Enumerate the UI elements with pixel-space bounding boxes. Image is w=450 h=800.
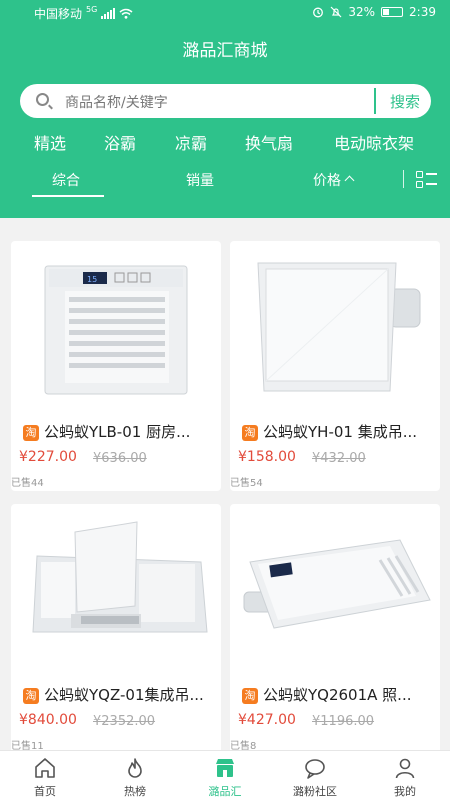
sort-price[interactable]: 价格 [313, 170, 355, 190]
product-image [32, 521, 208, 633]
chevron-up-icon [344, 175, 355, 186]
category-tab[interactable]: 凉霸 [175, 130, 207, 154]
product-name: 公蚂蚁YLB-01 厨房... [44, 423, 191, 441]
product-image [243, 539, 431, 629]
tab-profile-label: 我的 [394, 785, 416, 798]
flame-icon [128, 758, 142, 778]
product-display-text: 15 [87, 275, 97, 284]
tab-home-label: 首页 [34, 785, 56, 798]
tab-home[interactable]: 首页 [0, 751, 90, 800]
status-bar: 中国移动 5G 32% 2:39 [0, 0, 450, 26]
product-price: ¥840.00 [19, 712, 77, 728]
chat-icon [305, 759, 325, 779]
product-original-price: ¥636.00 [93, 451, 147, 466]
tab-store-label: 潞品汇 [208, 785, 242, 798]
product-original-price: ¥1196.00 [312, 714, 375, 729]
home-icon [35, 758, 55, 778]
user-icon [395, 758, 415, 779]
search-bar[interactable]: 商品名称/关键字 搜索 [20, 84, 431, 118]
product-card[interactable]: 淘公蚂蚁YH-01 集成吊... ¥158.00 ¥432.00 已售54 [230, 241, 440, 491]
category-tab[interactable]: 精选 [34, 130, 66, 154]
product-name: 公蚂蚁YQ2601A 照... [263, 686, 412, 704]
divider [403, 170, 404, 188]
mute-icon [330, 6, 342, 18]
product-original-price: ¥2352.00 [93, 714, 156, 729]
taobao-badge-icon: 淘 [242, 425, 258, 441]
product-name: 公蚂蚁YH-01 集成吊... [263, 423, 418, 441]
list-layout-icon[interactable] [416, 171, 438, 189]
category-tab[interactable]: 浴霸 [104, 130, 136, 154]
bottom-tab-bar: 首页 热榜 潞品汇 潞粉社区 我的 [0, 750, 450, 800]
tab-profile[interactable]: 我的 [360, 751, 450, 800]
page-title: 潞品汇商城 [182, 41, 268, 61]
carrier-label: 中国移动 [34, 7, 83, 21]
search-icon [36, 93, 49, 106]
product-card[interactable]: 淘公蚂蚁YQZ-01集成吊... ¥840.00 ¥2352.00 已售11 [11, 504, 221, 754]
wifi-icon [119, 8, 133, 19]
product-price: ¥227.00 [19, 449, 77, 465]
battery-percent: 32% [348, 5, 376, 19]
product-price: ¥158.00 [238, 449, 296, 465]
category-tabs: 精选 浴霸 凉霸 换气扇 电动晾衣架 [0, 130, 450, 154]
product-original-price: ¥432.00 [312, 451, 366, 466]
tab-store[interactable]: 潞品汇 [180, 751, 270, 800]
tab-hot-label: 热榜 [124, 785, 146, 798]
sort-price-label: 价格 [313, 173, 341, 189]
tab-community[interactable]: 潞粉社区 [270, 751, 360, 800]
search-input[interactable]: 商品名称/关键字 [65, 92, 168, 112]
product-price: ¥427.00 [238, 712, 296, 728]
search-divider [374, 88, 376, 114]
sort-sales[interactable]: 销量 [186, 170, 214, 190]
header: 中国移动 5G 32% 2:39 潞品汇商城 商品名称/关键字 搜索 精选 浴霸… [0, 0, 450, 218]
sort-comprehensive[interactable]: 综合 [52, 170, 80, 190]
product-name: 公蚂蚁YQZ-01集成吊... [44, 686, 204, 704]
taobao-badge-icon: 淘 [242, 688, 258, 704]
clock: 2:39 [409, 5, 436, 19]
category-tab[interactable]: 换气扇 [245, 130, 293, 154]
product-sold-count: 已售44 [11, 478, 44, 489]
category-tab[interactable]: 电动晾衣架 [334, 130, 414, 154]
taobao-badge-icon: 淘 [23, 688, 39, 704]
product-image: 15 [44, 265, 188, 395]
store-icon [216, 759, 234, 777]
battery-icon [381, 7, 404, 17]
tab-community-label: 潞粉社区 [293, 785, 337, 798]
product-card[interactable]: 淘公蚂蚁YQ2601A 照... ¥427.00 ¥1196.00 已售8 [230, 504, 440, 754]
search-button[interactable]: 搜索 [390, 91, 420, 112]
product-card[interactable]: 15 淘公蚂蚁YLB-01 厨房... ¥227.00 ¥636.00 已售44 [11, 241, 221, 491]
product-image [257, 262, 421, 392]
tab-hot[interactable]: 热榜 [90, 751, 180, 800]
signal-icon [101, 8, 116, 19]
network-label: 5G [86, 5, 98, 14]
taobao-badge-icon: 淘 [23, 425, 39, 441]
alarm-icon [313, 7, 324, 18]
sort-bar: 综合 销量 价格 [0, 170, 450, 200]
product-sold-count: 已售54 [230, 478, 263, 489]
sort-active-indicator [32, 195, 104, 197]
